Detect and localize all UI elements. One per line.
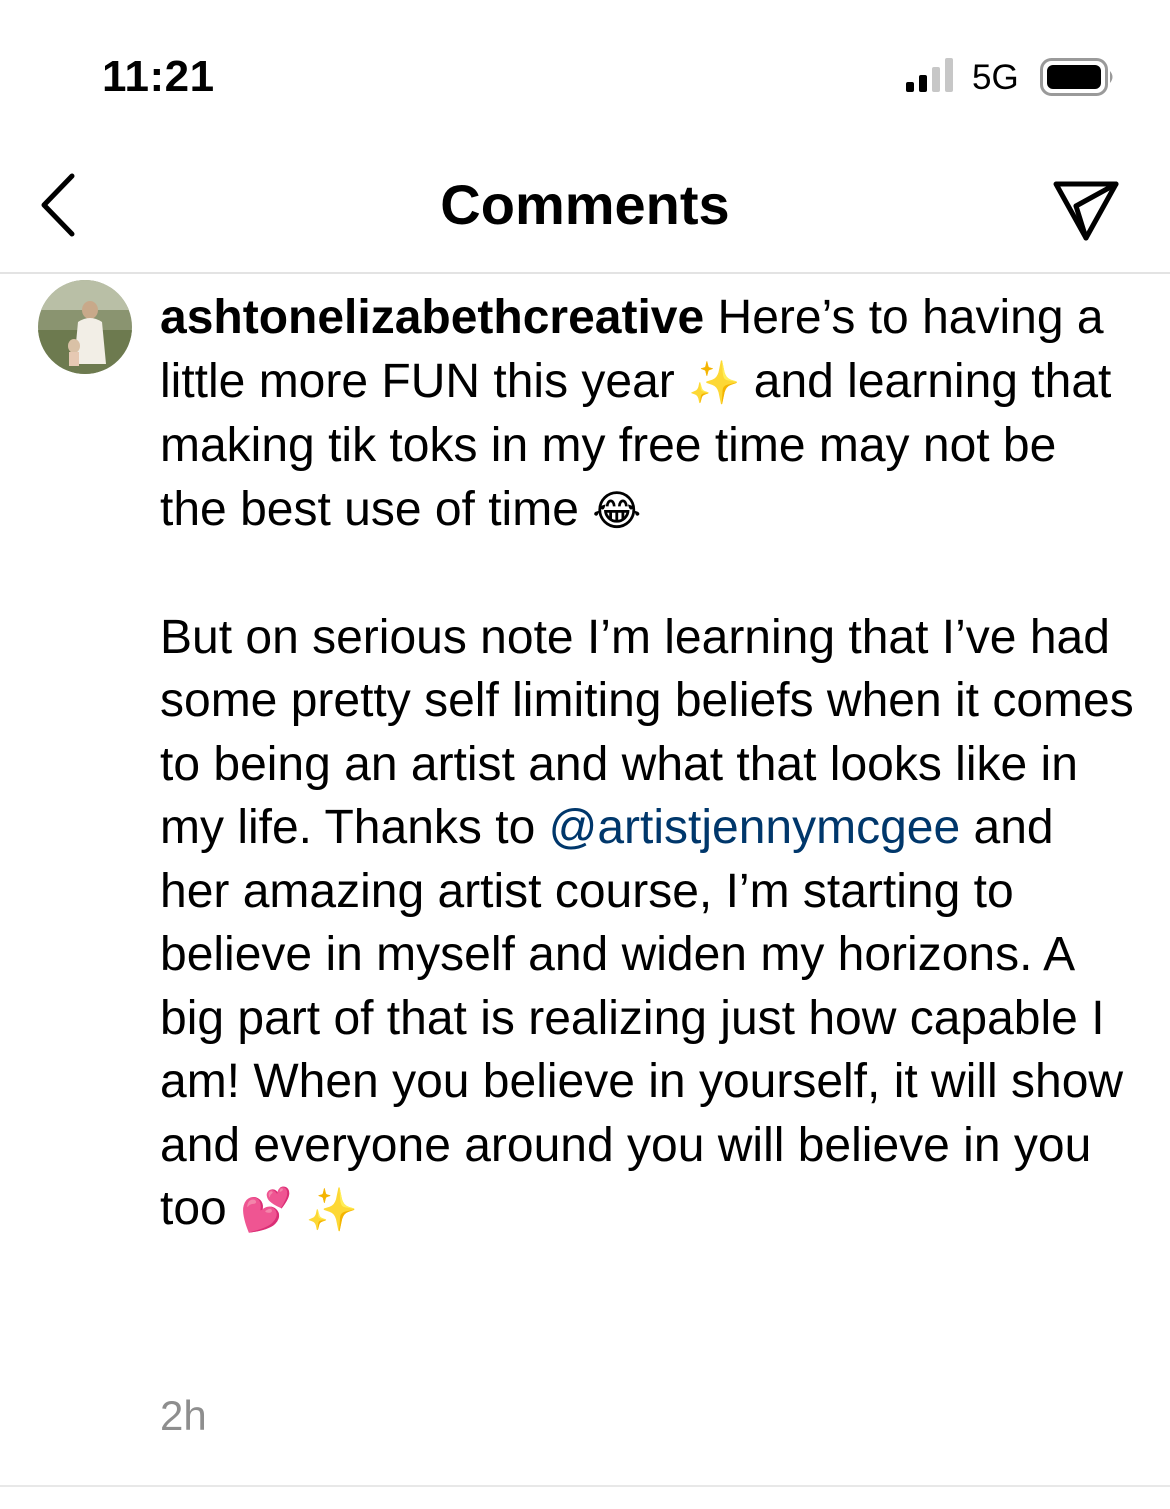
comment-body: ashtonelizabethcreative Here’s to having… bbox=[160, 286, 1135, 1242]
two-hearts-emoji: 💕 bbox=[240, 1185, 293, 1234]
signal-icon bbox=[906, 58, 953, 92]
share-paper-plane-icon[interactable] bbox=[1050, 174, 1122, 246]
laughing-emoji: 😂 bbox=[592, 485, 642, 535]
page-title: Comments bbox=[440, 173, 730, 236]
nav-bar: Comments bbox=[0, 140, 1170, 274]
divider bbox=[0, 1485, 1170, 1487]
sparkles-emoji: ✨ bbox=[688, 357, 741, 407]
status-bar: 11:21 5G bbox=[0, 0, 1170, 140]
network-type: 5G bbox=[972, 58, 1019, 97]
mention-link[interactable]: @artistjennymcgee bbox=[549, 801, 961, 854]
avatar[interactable] bbox=[38, 280, 132, 374]
comment-username[interactable]: ashtonelizabethcreative bbox=[160, 291, 704, 344]
sparkles-emoji: ✨ bbox=[292, 1185, 359, 1234]
comment-text-part: and her amazing artist course, I’m start… bbox=[160, 801, 1137, 1235]
battery-icon bbox=[1040, 58, 1113, 96]
status-time: 11:21 bbox=[102, 52, 215, 101]
comment-timestamp: 2h bbox=[160, 1392, 207, 1439]
